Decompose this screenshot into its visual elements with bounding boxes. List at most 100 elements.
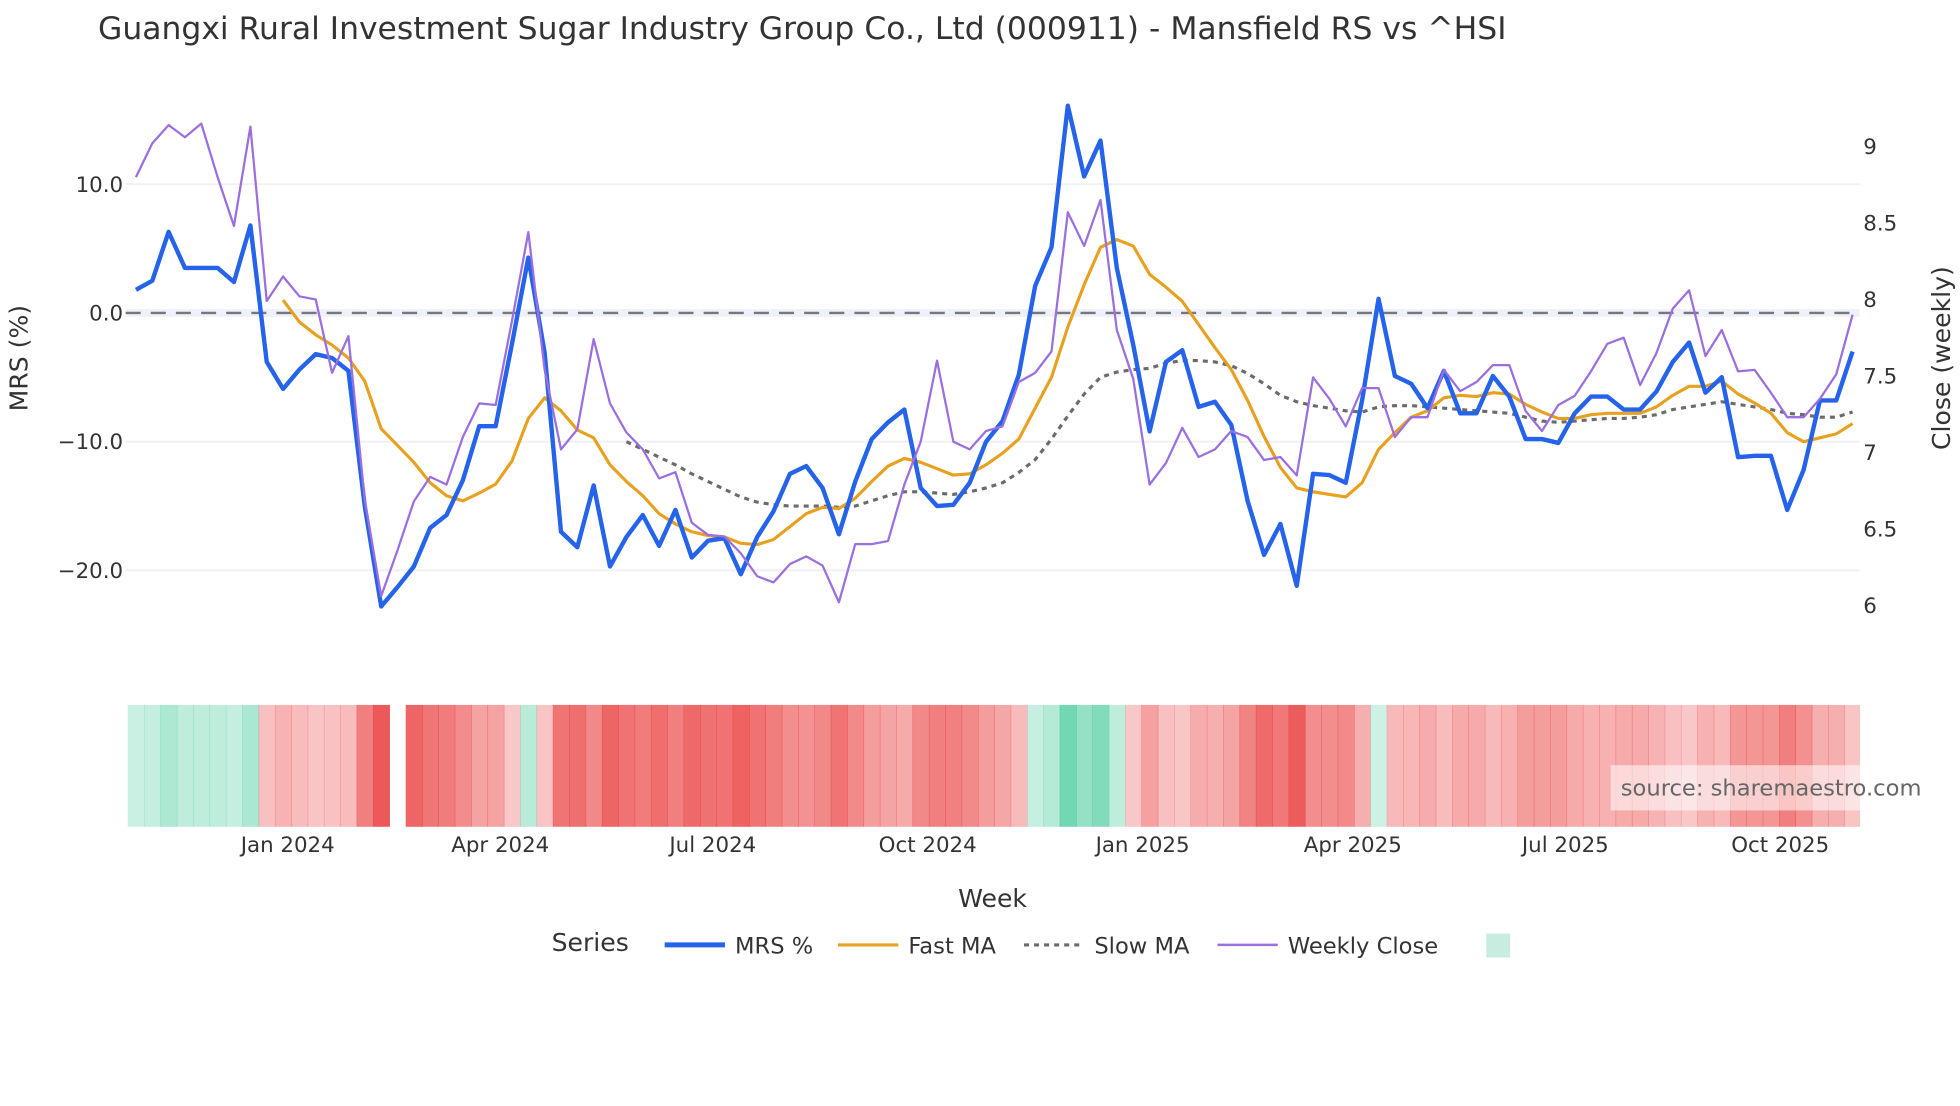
heatmap-cell	[258, 704, 276, 827]
heatmap-cell	[552, 704, 570, 827]
y2-axis-title: Close (weekly)	[1927, 266, 1956, 450]
heatmap-cell	[1239, 704, 1257, 827]
x-tick-label: Jul 2025	[1520, 833, 1609, 858]
heatmap-cell	[307, 704, 325, 827]
heatmap-cell	[127, 704, 145, 827]
heatmap-cell	[1174, 704, 1192, 827]
y-axis-ticks: 10.0 0.0 −10.0 −20.0	[58, 173, 123, 584]
heatmap-cell	[225, 704, 243, 827]
legend-item-weekly-close[interactable]: Weekly Close	[1217, 934, 1438, 960]
heatmap-cell	[863, 704, 881, 827]
heatmap-cell	[798, 704, 816, 827]
legend-swatch-regime[interactable]	[1486, 933, 1511, 958]
y2-tick-label: 8	[1863, 288, 1877, 313]
heatmap-cell	[356, 704, 374, 827]
heatmap-cell	[487, 704, 505, 827]
heatmap-cell	[1272, 704, 1290, 827]
heatmap-cell	[961, 704, 979, 827]
heatmap-cell	[650, 704, 668, 827]
heatmap-cell	[160, 704, 178, 827]
series-line-weekly-close	[134, 122, 1854, 604]
source-text: source: sharemaestro.com	[1621, 775, 1922, 801]
legend-label-fast-ma: Fast MA	[908, 934, 996, 960]
y2-tick-label: 9	[1863, 135, 1877, 160]
heatmap-cell	[1304, 704, 1322, 827]
heatmap-cell	[945, 704, 963, 827]
y2-tick-label: 7	[1863, 441, 1877, 466]
x-tick-label: Jan 2025	[1094, 833, 1190, 858]
heatmap-cell	[1582, 704, 1600, 827]
heatmap-cell	[667, 704, 685, 827]
y-tick-label: 0.0	[89, 301, 123, 326]
heatmap-cell	[814, 704, 832, 827]
heatmap-cell	[454, 704, 472, 827]
heatmap-cell	[1108, 704, 1126, 827]
heatmap-cell	[291, 704, 309, 827]
heatmap-cell	[1353, 704, 1371, 827]
heatmap-cell	[1533, 704, 1551, 827]
y-axis-title: MRS (%)	[5, 305, 34, 411]
heatmap-cell	[1092, 704, 1110, 827]
heatmap-cell	[879, 704, 897, 827]
heatmap-cell	[1125, 704, 1143, 827]
heatmap-cell	[781, 704, 799, 827]
heatmap-cell	[1026, 704, 1044, 827]
source-annotation: source: sharemaestro.com	[1610, 765, 1942, 811]
heatmap-cell	[340, 704, 358, 827]
y2-tick-label: 6	[1863, 594, 1877, 619]
heatmap-cell	[601, 704, 619, 827]
legend-item-mrs[interactable]: MRS %	[664, 934, 814, 960]
heatmap-cell	[569, 704, 587, 827]
legend-label-slow-ma: Slow MA	[1094, 934, 1190, 960]
y2-tick-label: 8.5	[1863, 211, 1897, 236]
legend-item-slow-ma[interactable]: Slow MA	[1023, 934, 1190, 960]
x-axis-title: Week	[958, 884, 1027, 913]
heatmap-cell	[422, 704, 439, 827]
x-tick-label: Oct 2024	[879, 833, 977, 858]
heatmap-cell	[896, 704, 914, 827]
x-tick-label: Jan 2024	[239, 833, 335, 858]
heatmap-cell	[323, 704, 341, 827]
heatmap-cell	[1484, 704, 1502, 827]
heatmap-cell	[683, 704, 701, 827]
heatmap-cell	[372, 704, 390, 827]
y-tick-label: −20.0	[58, 559, 123, 584]
heatmap-cell	[699, 704, 717, 827]
heatmap-cell	[1255, 704, 1273, 827]
legend-item-fast-ma[interactable]: Fast MA	[838, 934, 997, 960]
series-lines	[134, 103, 1855, 609]
heatmap-cell	[1517, 704, 1535, 827]
x-tick-label: Apr 2025	[1304, 833, 1402, 858]
regime-heatmap-strip	[127, 704, 1861, 827]
heatmap-cell	[1337, 704, 1355, 827]
heatmap-cell	[274, 704, 292, 827]
heatmap-cell	[994, 704, 1012, 827]
heatmap-cell	[1059, 704, 1077, 827]
legend-title: Series	[552, 928, 629, 957]
heatmap-cell	[1566, 704, 1584, 827]
heatmap-cell	[1288, 704, 1306, 827]
heatmap-cell	[209, 704, 227, 827]
y2-tick-label: 7.5	[1863, 364, 1897, 389]
y2-axis-ticks: 9 8.5 8 7.5 7 6.5 6	[1863, 135, 1897, 619]
heatmap-cell	[1010, 704, 1028, 827]
mansfield-rs-chart: Guangxi Rural Investment Sugar Industry …	[5, 11, 1956, 960]
heatmap-cell	[1550, 704, 1568, 827]
heatmap-cell	[732, 704, 750, 827]
heatmap-cell	[585, 704, 603, 827]
heatmap-cell	[438, 704, 456, 827]
heatmap-cell	[977, 704, 995, 827]
heatmap-cell	[1435, 704, 1453, 827]
heatmap-cell	[912, 704, 930, 827]
heatmap-cell	[1402, 704, 1420, 827]
heatmap-cell	[928, 704, 946, 827]
heatmap-cell	[1468, 704, 1486, 827]
y-tick-label: 10.0	[76, 173, 124, 198]
legend-label-mrs: MRS %	[735, 934, 813, 960]
y-tick-label: −10.0	[58, 430, 123, 455]
series-line-mrs	[134, 103, 1855, 609]
heatmap-cell	[1370, 704, 1388, 827]
heatmap-cell	[618, 704, 636, 827]
heatmap-cell	[847, 704, 865, 827]
heatmap-cell	[520, 704, 538, 827]
